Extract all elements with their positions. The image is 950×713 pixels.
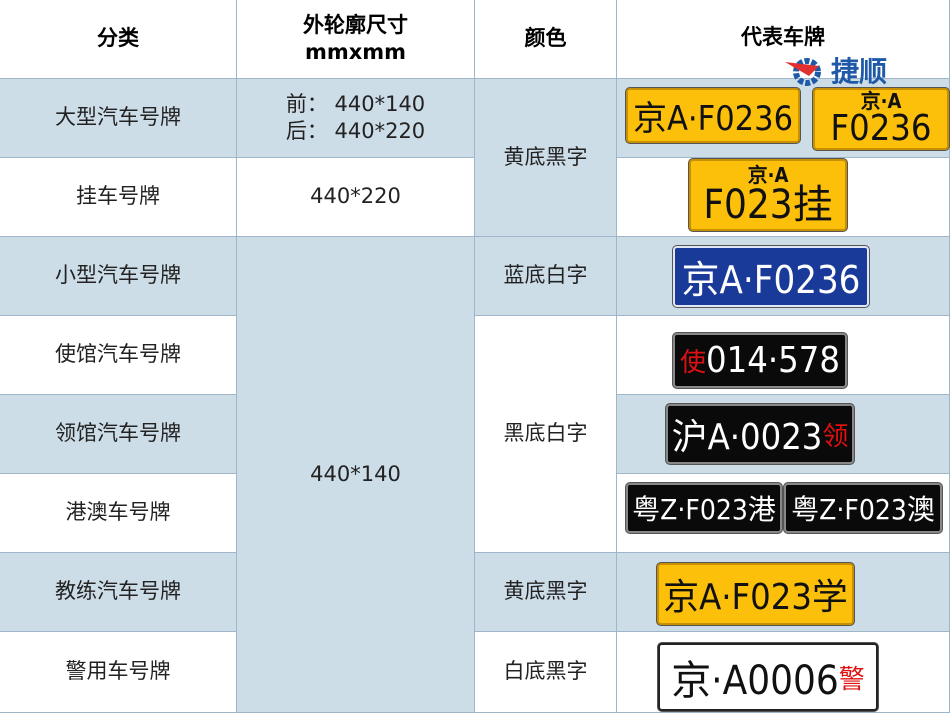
plate-text: 京A·F023学 <box>663 577 848 618</box>
category-text: 港澳车号牌 <box>65 500 171 525</box>
plate-consulate: 沪A·0023 领 <box>666 404 854 464</box>
row-category: 警用车号牌 <box>0 632 237 713</box>
size-large: 前： 440*140 后： 440*220 <box>237 79 475 158</box>
header-size-label: 外轮廓尺寸 <box>303 12 408 37</box>
header-plate-label: 代表车牌 <box>741 25 825 49</box>
color-yellow-coach: 黄底黑字 <box>475 553 617 632</box>
plate-text: 沪A·0023 <box>671 417 823 458</box>
plate-large-front: 京A·F0236 <box>626 88 800 143</box>
plate-large-back: 京·A F0236 <box>813 88 949 150</box>
plate-text: 京A·F0236 <box>632 99 794 139</box>
plate-suffix: 领 <box>822 421 849 452</box>
plate-suffix: 警 <box>838 664 865 695</box>
row-category: 教练汽车号牌 <box>0 553 237 632</box>
color-blue: 蓝底白字 <box>475 237 617 316</box>
header-category-label: 分类 <box>97 26 139 51</box>
category-text: 教练汽车号牌 <box>55 579 181 604</box>
color-text: 蓝底白字 <box>503 263 588 288</box>
color-black: 黑底白字 <box>475 316 617 553</box>
plate-prefix: 使 <box>680 348 707 378</box>
plate-text: 京·A0006 <box>671 658 839 704</box>
category-text: 使馆汽车号牌 <box>55 342 181 367</box>
plate-police: 京·A0006 警 <box>658 643 878 711</box>
gear-logo-icon <box>785 58 821 86</box>
header-size: 外轮廓尺寸 mmxmm <box>237 0 475 79</box>
category-text: 大型汽车号牌 <box>55 105 181 130</box>
plate-text-bottom: F0236 <box>830 108 932 149</box>
plate-text: 京A·F0236 <box>681 258 861 302</box>
size-trailer: 440*220 <box>237 158 475 237</box>
plate-trailer: 京·A F023挂 <box>689 159 847 231</box>
plate-text: 粤Z·F023澳 <box>791 493 935 526</box>
plate-text: 014·578 <box>706 340 840 381</box>
color-text: 黑底白字 <box>503 421 588 446</box>
logo: 捷顺 <box>785 50 887 90</box>
row-category: 领馆汽车号牌 <box>0 395 237 474</box>
plate-embassy: 使 014·578 <box>673 333 847 388</box>
plate-hongkong: 粤Z·F023港 <box>626 483 782 533</box>
category-text: 挂车号牌 <box>76 184 160 209</box>
size-small-merged: 440*140 <box>237 237 475 713</box>
header-color: 颜色 <box>475 0 617 79</box>
plate-macau: 粤Z·F023澳 <box>784 483 942 533</box>
header-color-label: 颜色 <box>524 26 567 51</box>
row-category: 大型汽车号牌 <box>0 79 237 158</box>
color-text: 黄底黑字 <box>503 144 588 169</box>
row-category: 挂车号牌 <box>0 158 237 237</box>
row-category: 使馆汽车号牌 <box>0 316 237 395</box>
plate-text-bottom: F023挂 <box>703 182 833 228</box>
logo-text: 捷顺 <box>831 55 888 88</box>
plate-coach: 京A·F023学 <box>657 563 854 625</box>
size-text: 440*220 <box>310 184 401 209</box>
size-front: 前： 440*140 <box>285 91 426 116</box>
header-category: 分类 <box>0 0 237 79</box>
category-text: 小型汽车号牌 <box>55 263 181 288</box>
color-white: 白底黑字 <box>475 632 617 713</box>
row-category: 小型汽车号牌 <box>0 237 237 316</box>
size-text: 440*140 <box>310 461 401 486</box>
color-text: 白底黑字 <box>503 659 588 684</box>
color-yellow: 黄底黑字 <box>475 79 617 237</box>
category-text: 领馆汽车号牌 <box>55 421 181 446</box>
size-back: 后： 440*220 <box>285 119 426 143</box>
color-text: 黄底黑字 <box>503 579 588 604</box>
header-plate: 代表车牌 <box>617 0 950 79</box>
row-category: 港澳车号牌 <box>0 474 237 553</box>
plate-small: 京A·F0236 <box>673 246 869 307</box>
plate-text: 粤Z·F023港 <box>632 493 776 526</box>
category-text: 警用车号牌 <box>65 659 171 684</box>
header-size-unit: mmxmm <box>304 40 407 64</box>
